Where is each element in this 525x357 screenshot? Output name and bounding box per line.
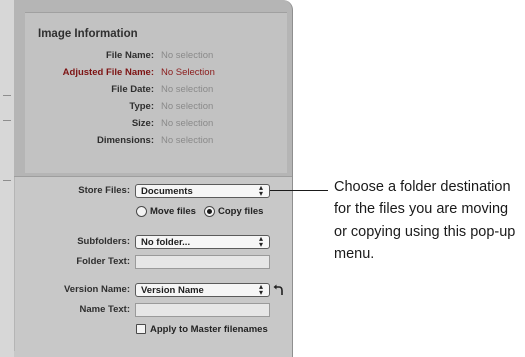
revert-arrow-icon[interactable] xyxy=(273,284,283,296)
info-row-size: Size: No selection xyxy=(25,118,287,132)
subfolders-value: No folder... xyxy=(141,237,191,248)
info-row-type: Type: No selection xyxy=(25,101,287,115)
info-value: No selection xyxy=(161,135,214,146)
import-panel: Image Information File Name: No selectio… xyxy=(0,0,296,357)
copy-files-label: Copy files xyxy=(218,206,264,217)
version-name-popup[interactable]: Version Name ▴ ▾ xyxy=(135,283,270,297)
subfolders-label: Subfolders: xyxy=(77,236,130,247)
version-name-value: Version Name xyxy=(141,285,204,296)
callout-leader-line xyxy=(270,190,328,191)
info-value: No selection xyxy=(161,101,214,112)
store-files-popup[interactable]: Documents ▴ ▾ xyxy=(135,184,270,198)
move-files-label: Move files xyxy=(150,206,196,217)
info-row-adjusted-file-name: Adjusted File Name: No Selection xyxy=(25,67,287,81)
store-files-label: Store Files: xyxy=(78,185,130,196)
copy-files-radio[interactable] xyxy=(204,206,215,217)
info-row-dimensions: Dimensions: No selection xyxy=(25,135,287,149)
updown-chevron-icon: ▴ ▾ xyxy=(258,234,263,249)
store-files-value: Documents xyxy=(141,186,193,197)
version-name-label: Version Name: xyxy=(64,284,130,295)
edge-tick xyxy=(3,180,11,181)
name-text-label: Name Text: xyxy=(79,304,130,315)
subfolders-popup[interactable]: No folder... ▴ ▾ xyxy=(135,235,270,249)
edge-tick xyxy=(3,120,11,121)
info-label: File Date: xyxy=(111,84,154,95)
info-label: Adjusted File Name: xyxy=(62,67,154,78)
info-row-file-name: File Name: No selection xyxy=(25,50,287,64)
info-value: No Selection xyxy=(161,67,215,78)
apply-master-label: Apply to Master filenames xyxy=(150,324,268,335)
info-value: No selection xyxy=(161,84,214,95)
info-label: Type: xyxy=(129,101,154,112)
folder-text-label: Folder Text: xyxy=(76,256,130,267)
panel-bottom-edge xyxy=(14,351,292,357)
info-value: No selection xyxy=(161,50,214,61)
updown-chevron-icon: ▴ ▾ xyxy=(258,282,263,297)
edge-tick xyxy=(3,95,11,96)
folder-text-field[interactable] xyxy=(135,255,270,269)
callout-text: Choose a folder destination for the file… xyxy=(334,179,516,263)
updown-chevron-icon: ▴ ▾ xyxy=(258,183,263,198)
apply-master-checkbox[interactable] xyxy=(136,324,146,334)
image-information-title: Image Information xyxy=(38,28,138,40)
info-label: File Name: xyxy=(105,50,154,61)
move-files-radio[interactable] xyxy=(136,206,147,217)
info-value: No selection xyxy=(161,118,214,129)
info-row-file-date: File Date: No selection xyxy=(25,84,287,98)
info-label: Size: xyxy=(131,118,154,129)
name-text-field[interactable] xyxy=(135,303,270,317)
info-label: Dimensions: xyxy=(96,135,154,146)
